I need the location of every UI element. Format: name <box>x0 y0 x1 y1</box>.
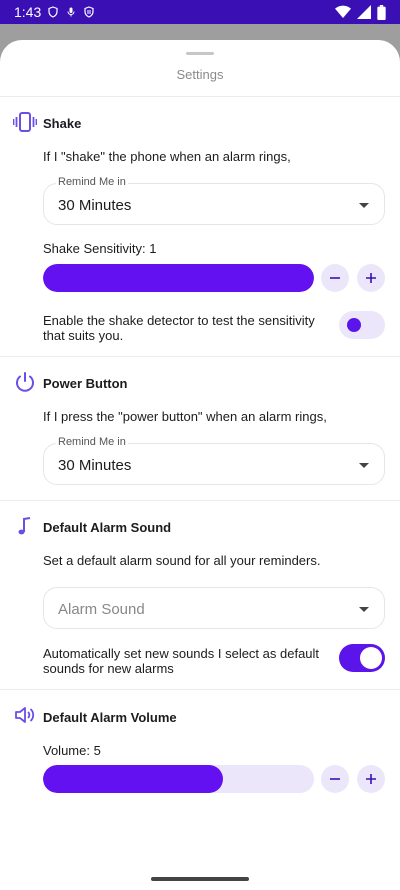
divider <box>0 500 400 501</box>
battery-icon <box>377 4 386 20</box>
power-icon <box>13 370 37 394</box>
signal-icon <box>357 5 371 19</box>
status-bar: 1:43 <box>0 0 400 24</box>
dropdown-label: Remind Me in <box>56 176 128 188</box>
shake-title: Shake <box>43 116 82 131</box>
dropdown-placeholder: Alarm Sound <box>58 601 145 618</box>
volume-slider[interactable] <box>43 765 314 793</box>
auto-set-sound-toggle[interactable] <box>339 644 385 672</box>
dropdown-arrow-icon <box>359 607 369 612</box>
status-time: 1:43 <box>14 4 42 20</box>
volume-title: Default Alarm Volume <box>43 710 177 725</box>
music-note-icon <box>13 514 37 538</box>
sound-description: Set a default alarm sound for all your r… <box>43 553 321 568</box>
shake-sensitivity-label: Shake Sensitivity: 1 <box>43 241 157 256</box>
dropdown-arrow-icon <box>359 203 369 208</box>
sound-title: Default Alarm Sound <box>43 520 172 535</box>
auto-set-sound-text: Automatically set new sounds I select as… <box>43 646 320 676</box>
plus-icon <box>366 774 376 784</box>
mic-icon <box>65 6 77 18</box>
volume-icon <box>13 703 37 727</box>
slider-fill <box>43 264 314 292</box>
toggle-knob <box>360 647 382 669</box>
vpn-icon <box>83 6 95 18</box>
dropdown-value: 30 Minutes <box>58 197 132 214</box>
shake-increase-button[interactable] <box>357 264 385 292</box>
shield-icon <box>47 6 59 18</box>
dropdown-arrow-icon <box>359 463 369 468</box>
slider-fill <box>43 765 224 793</box>
dropdown-value: 30 Minutes <box>58 457 132 474</box>
volume-decrease-button[interactable] <box>321 765 349 793</box>
volume-label: Volume: 5 <box>43 743 101 758</box>
divider <box>0 96 400 97</box>
shake-decrease-button[interactable] <box>321 264 349 292</box>
settings-sheet: Settings Shake If I "shake" the phone wh… <box>0 40 400 890</box>
divider <box>0 689 400 690</box>
gesture-nav-bar[interactable] <box>151 877 249 881</box>
minus-icon <box>330 778 340 780</box>
volume-increase-button[interactable] <box>357 765 385 793</box>
drag-handle[interactable] <box>186 52 214 55</box>
shake-detector-toggle[interactable] <box>339 311 385 339</box>
wifi-icon <box>335 5 351 19</box>
power-title: Power Button <box>43 376 128 391</box>
sheet-title: Settings <box>176 67 224 82</box>
shake-remind-dropdown[interactable]: Remind Me in 30 Minutes <box>43 176 385 225</box>
plus-icon <box>366 273 376 283</box>
power-description: If I press the "power button" when an al… <box>43 409 327 424</box>
shake-detector-text: Enable the shake detector to test the se… <box>43 313 315 343</box>
shake-description: If I "shake" the phone when an alarm rin… <box>43 149 291 164</box>
toggle-knob <box>347 318 361 332</box>
shake-sensitivity-slider[interactable] <box>43 264 314 292</box>
power-remind-dropdown[interactable]: Remind Me in 30 Minutes <box>43 436 385 485</box>
minus-icon <box>330 277 340 279</box>
dropdown-label: Remind Me in <box>56 436 128 448</box>
vibration-icon <box>12 110 38 134</box>
alarm-sound-dropdown[interactable]: Alarm Sound <box>43 587 385 629</box>
divider <box>0 356 400 357</box>
